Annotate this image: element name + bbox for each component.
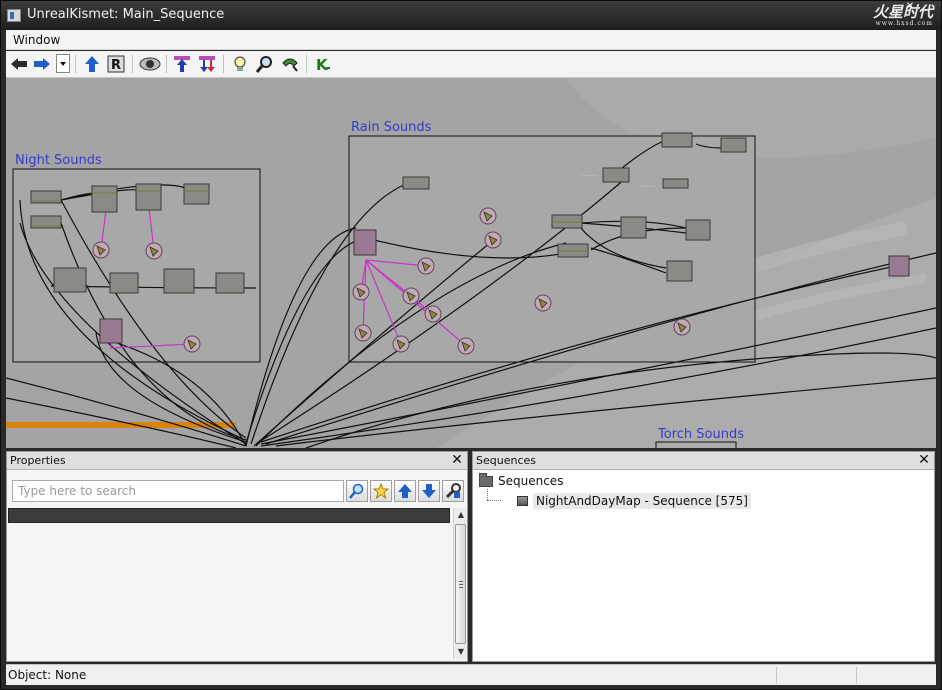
comment-label-torch-sounds: Torch Sounds	[657, 427, 744, 442]
properties-search-box[interactable]	[12, 480, 344, 502]
move-down-icon[interactable]	[418, 480, 440, 502]
properties-title: Properties	[10, 454, 66, 467]
svg-text:- - - - -: - - - - -	[581, 173, 597, 179]
tree-root-label: Sequences	[498, 474, 564, 488]
sequences-title: Sequences	[476, 454, 536, 467]
move-up-icon[interactable]	[394, 480, 416, 502]
toolbar: R K	[6, 51, 936, 78]
favorite-star-icon[interactable]	[370, 480, 392, 502]
tree-item-sequences[interactable]: Sequences	[479, 472, 564, 488]
menu-bar: Window	[6, 30, 936, 50]
properties-list-header	[8, 508, 450, 523]
svg-text:- - - - -: - - - - -	[639, 184, 655, 190]
svg-text:K: K	[316, 56, 329, 73]
scrollbar-thumb[interactable]	[455, 524, 466, 644]
sequences-header: Sequences ✕	[473, 452, 934, 470]
kismet-window: UnrealKismet: Main_Sequence 火星时代 www.hxsd…	[0, 0, 942, 690]
svg-text:R: R	[111, 58, 121, 73]
search-up-icon[interactable]	[172, 54, 192, 74]
sequences-close-icon[interactable]: ✕	[917, 452, 931, 468]
zoom-icon[interactable]	[255, 54, 275, 74]
history-dropdown-icon[interactable]	[56, 54, 70, 73]
app-icon	[7, 9, 21, 22]
properties-list[interactable]	[8, 523, 450, 657]
magnet-icon[interactable]	[280, 54, 300, 74]
sequences-panel: Sequences ✕ Sequences NightAndDayMap - S…	[472, 451, 935, 662]
sequence-node-icon	[517, 496, 528, 506]
scroll-down-arrow-icon[interactable]: ▼	[456, 647, 466, 657]
tree-item-night-and-day-map[interactable]: NightAndDayMap - Sequence [575]	[517, 493, 751, 509]
comment-label-night-sounds: Night Sounds	[15, 153, 102, 168]
comment-label-rain-sounds: Rain Sounds	[351, 120, 432, 135]
find-icon[interactable]	[346, 480, 368, 502]
back-arrow-icon[interactable]	[9, 54, 29, 74]
properties-scrollbar[interactable]: ▲ ▼	[453, 508, 467, 659]
search-down-icon[interactable]	[197, 54, 217, 74]
title-bar[interactable]: UnrealKismet: Main_Sequence 火星时代 www.hxsd…	[1, 1, 941, 30]
properties-header: Properties ✕	[7, 452, 467, 470]
kismet-graph-canvas[interactable]: Night Sounds Rain Sounds Torch Sounds - …	[6, 78, 936, 448]
settings-wrench-icon[interactable]	[442, 480, 464, 502]
parent-sequence-icon[interactable]	[82, 54, 102, 74]
menu-window[interactable]: Window	[13, 33, 60, 47]
scroll-up-arrow-icon[interactable]: ▲	[456, 510, 466, 520]
status-bar: Object: None	[6, 664, 936, 685]
sequence-tree: Sequences NightAndDayMap - Sequence [575…	[473, 471, 934, 661]
folder-icon	[479, 472, 493, 487]
properties-search-input[interactable]	[13, 481, 343, 501]
forward-arrow-icon[interactable]	[32, 54, 52, 74]
lightbulb-icon[interactable]	[230, 54, 250, 74]
kismet-k-icon[interactable]: K	[313, 54, 333, 74]
rename-icon[interactable]: R	[106, 54, 126, 74]
properties-close-icon[interactable]: ✕	[450, 452, 464, 468]
status-text: Object: None	[8, 668, 87, 682]
window-close-icon[interactable]: ✕	[901, 1, 919, 12]
tree-child-label: NightAndDayMap - Sequence [575]	[533, 493, 751, 509]
properties-panel: Properties ✕ ▲ ▼	[6, 451, 468, 662]
window-title: UnrealKismet: Main_Sequence	[27, 7, 225, 22]
hide-unused-icon[interactable]	[138, 54, 162, 74]
